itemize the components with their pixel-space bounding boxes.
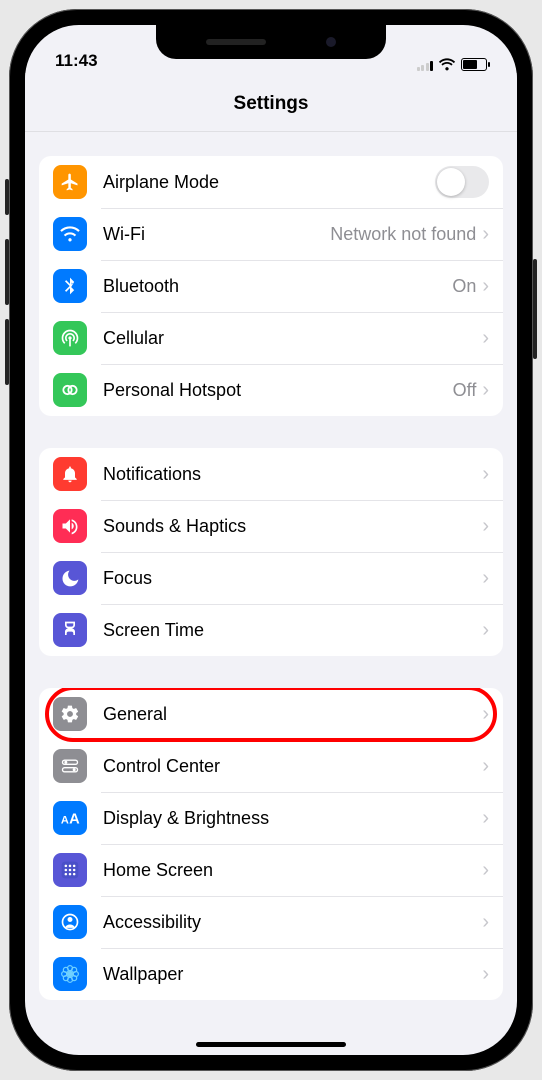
row-label: Control Center xyxy=(103,756,482,777)
row-wifi[interactable]: Wi-FiNetwork not found › xyxy=(39,208,503,260)
row-cellular[interactable]: Cellular› xyxy=(39,312,503,364)
row-label: Personal Hotspot xyxy=(103,380,453,401)
chevron-right-icon: › xyxy=(482,275,489,298)
row-label: Wi-Fi xyxy=(103,224,330,245)
chevron-right-icon: › xyxy=(482,567,489,590)
chevron-right-icon: › xyxy=(482,807,489,830)
row-airplane[interactable]: Airplane Mode xyxy=(39,156,503,208)
chevron-right-icon: › xyxy=(482,463,489,486)
settings-group-system: General›Control Center›AADisplay & Brigh… xyxy=(39,688,503,1000)
row-value: Off xyxy=(453,380,477,401)
row-label: Focus xyxy=(103,568,482,589)
row-label: Home Screen xyxy=(103,860,482,881)
chevron-right-icon: › xyxy=(482,327,489,350)
settings-group-connectivity: Airplane ModeWi-FiNetwork not found›Blue… xyxy=(39,156,503,416)
wifi-icon xyxy=(53,217,87,251)
speaker-icon xyxy=(53,509,87,543)
home-indicator[interactable] xyxy=(196,1042,346,1047)
switches-icon xyxy=(53,749,87,783)
status-time: 11:43 xyxy=(55,51,98,71)
bell-icon xyxy=(53,457,87,491)
textsize-icon: AA xyxy=(53,801,87,835)
chevron-right-icon: › xyxy=(482,755,489,778)
page-title: Settings xyxy=(25,73,517,132)
row-bluetooth[interactable]: BluetoothOn › xyxy=(39,260,503,312)
wifi-status-icon xyxy=(438,58,456,71)
gear-icon xyxy=(53,697,87,731)
settings-group-attention: Notifications›Sounds & Haptics›Focus›Scr… xyxy=(39,448,503,656)
row-homescreen[interactable]: Home Screen› xyxy=(39,844,503,896)
hourglass-icon xyxy=(53,613,87,647)
battery-icon xyxy=(461,58,487,71)
row-label: Screen Time xyxy=(103,620,482,641)
chevron-right-icon: › xyxy=(482,963,489,986)
row-label: Cellular xyxy=(103,328,482,349)
toggle-airplane[interactable] xyxy=(435,166,489,198)
row-label: Sounds & Haptics xyxy=(103,516,482,537)
row-hotspot[interactable]: Personal HotspotOff› xyxy=(39,364,503,416)
bluetooth-icon xyxy=(53,269,87,303)
row-label: Bluetooth xyxy=(103,276,452,297)
flower-icon xyxy=(53,957,87,991)
row-sounds[interactable]: Sounds & Haptics› xyxy=(39,500,503,552)
svg-text:A: A xyxy=(69,812,80,828)
row-label: Airplane Mode xyxy=(103,172,435,193)
screen: 11:43 Settings Airplane Mode Wi-FiNetwork… xyxy=(25,25,517,1055)
chevron-right-icon: › xyxy=(482,223,489,246)
chevron-right-icon: › xyxy=(482,911,489,934)
row-label: Notifications xyxy=(103,464,482,485)
chevron-right-icon: › xyxy=(482,619,489,642)
cellular-signal-icon xyxy=(417,59,434,71)
row-screentime[interactable]: Screen Time› xyxy=(39,604,503,656)
row-notifications[interactable]: Notifications› xyxy=(39,448,503,500)
person-icon xyxy=(53,905,87,939)
chevron-right-icon: › xyxy=(482,703,489,726)
row-wallpaper[interactable]: Wallpaper› xyxy=(39,948,503,1000)
row-value: On xyxy=(452,276,476,297)
svg-text:A: A xyxy=(61,815,69,827)
row-label: Display & Brightness xyxy=(103,808,482,829)
chevron-right-icon: › xyxy=(482,859,489,882)
row-value: Network not found xyxy=(330,224,476,245)
row-focus[interactable]: Focus› xyxy=(39,552,503,604)
hotspot-icon xyxy=(53,373,87,407)
row-controlcenter[interactable]: Control Center› xyxy=(39,740,503,792)
row-display[interactable]: AA Display & Brightness› xyxy=(39,792,503,844)
row-label: General xyxy=(103,704,482,725)
row-label: Wallpaper xyxy=(103,964,482,985)
phone-frame: 11:43 Settings Airplane Mode Wi-FiNetwork… xyxy=(9,9,533,1071)
row-general[interactable]: General› xyxy=(39,688,503,740)
row-label: Accessibility xyxy=(103,912,482,933)
chevron-right-icon: › xyxy=(482,379,489,402)
chevron-right-icon: › xyxy=(482,515,489,538)
grid-icon xyxy=(53,853,87,887)
antenna-icon xyxy=(53,321,87,355)
notch xyxy=(156,25,386,59)
moon-icon xyxy=(53,561,87,595)
row-accessibility[interactable]: Accessibility› xyxy=(39,896,503,948)
airplane-icon xyxy=(53,165,87,199)
